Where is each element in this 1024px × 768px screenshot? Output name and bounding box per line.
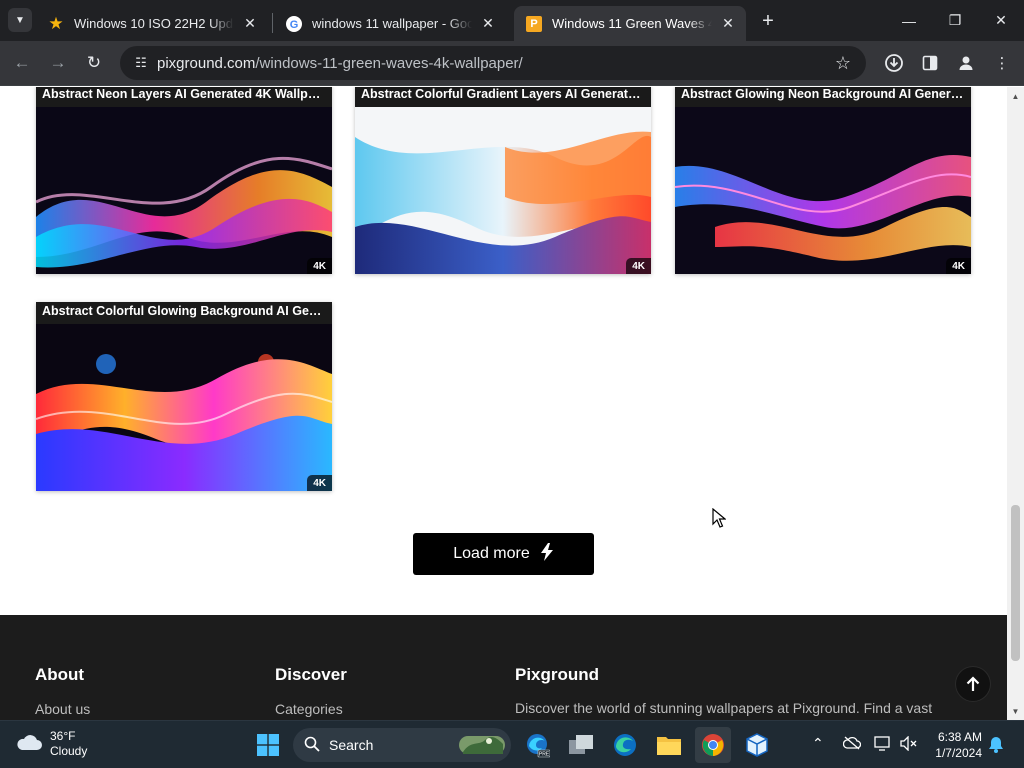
- windows-logo-icon: [257, 734, 279, 756]
- system-clock[interactable]: 6:38 AM 1/7/2024: [928, 729, 982, 761]
- url-domain: pixground.com: [157, 55, 256, 72]
- footer-heading-discover: Discover: [275, 665, 347, 684]
- address-bar[interactable]: ☷ pixground.com/windows-11-green-waves-4…: [120, 46, 866, 80]
- wallpaper-card[interactable]: Abstract Glowing Neon Background AI Gene…: [675, 87, 971, 274]
- url-path: /windows-11-green-waves-4k-wallpaper/: [255, 55, 523, 72]
- weather-condition: Cloudy: [50, 744, 88, 758]
- edge-beta-app-icon[interactable]: PRE: [519, 727, 555, 763]
- tab-windows-11-green-waves[interactable]: P Windows 11 Green Waves 4K Wallpaper ✕: [514, 6, 746, 41]
- load-more-label: Load more: [453, 545, 530, 562]
- tab-divider: [272, 13, 273, 33]
- wallpaper-card[interactable]: Abstract Colorful Glowing Background AI …: [36, 302, 332, 491]
- site-footer: About About us Discover Categories Pixgr…: [0, 615, 1007, 720]
- show-hidden-icons-chevron-icon[interactable]: ⌃: [812, 735, 824, 752]
- page-scrollbar[interactable]: ▲ ▼: [1007, 87, 1024, 720]
- footer-link-categories[interactable]: Categories: [275, 701, 343, 717]
- menu-kebab-icon[interactable]: ⋮: [988, 49, 1016, 77]
- volume-muted-icon[interactable]: [900, 735, 918, 754]
- page-viewport: Abstract Neon Layers AI Generated 4K Wal…: [0, 87, 1007, 720]
- notification-bell-icon[interactable]: [988, 736, 1004, 756]
- bookmark-star-icon[interactable]: ☆: [832, 52, 854, 74]
- edge-app-icon[interactable]: [607, 727, 643, 763]
- wallpaper-thumbnail[interactable]: 4K: [675, 107, 971, 274]
- minimize-icon[interactable]: —: [886, 0, 932, 41]
- browser-toolbar: ← → ↻ ☷ pixground.com/windows-11-green-w…: [0, 41, 1024, 86]
- wallpaper-title[interactable]: Abstract Colorful Glowing Background AI …: [36, 302, 332, 324]
- resolution-badge: 4K: [626, 258, 651, 274]
- close-icon[interactable]: ✕: [480, 15, 496, 32]
- tab-search-icon[interactable]: ▼: [8, 8, 32, 32]
- load-more-button[interactable]: Load more: [413, 533, 594, 575]
- back-to-top-button[interactable]: [956, 667, 990, 701]
- wallpaper-title[interactable]: Abstract Colorful Gradient Layers AI Gen…: [355, 87, 651, 107]
- footer-heading-pixground: Pixground: [515, 665, 600, 684]
- restore-icon[interactable]: ❐: [932, 0, 978, 41]
- side-panel-icon[interactable]: [916, 49, 944, 77]
- url-text[interactable]: pixground.com/windows-11-green-waves-4k-…: [157, 55, 523, 72]
- tab-title: windows 11 wallpaper - Google Search: [312, 16, 472, 31]
- tab-title: Windows 11 Green Waves 4K Wallpaper: [552, 16, 712, 31]
- forward-icon[interactable]: →: [44, 49, 72, 77]
- mouse-cursor-icon: [712, 508, 726, 528]
- weather-widget[interactable]: 36°F Cloudy: [16, 729, 87, 759]
- taskbar-search[interactable]: Search: [293, 728, 511, 762]
- svg-text:PRE: PRE: [539, 752, 550, 758]
- resolution-badge: 4K: [946, 258, 971, 274]
- close-icon[interactable]: ✕: [242, 15, 258, 32]
- scrollbar-thumb[interactable]: [1011, 505, 1020, 661]
- wallpaper-thumbnail[interactable]: 4K: [355, 107, 651, 274]
- wallpaper-title[interactable]: Abstract Glowing Neon Background AI Gene…: [675, 87, 971, 107]
- window-close-icon[interactable]: ✕: [978, 0, 1024, 41]
- search-icon: [304, 736, 320, 752]
- start-button[interactable]: [250, 727, 286, 763]
- star-icon: ★: [48, 13, 64, 33]
- virtualbox-app-icon[interactable]: [739, 727, 775, 763]
- back-icon[interactable]: ←: [8, 49, 36, 77]
- chrome-app-icon[interactable]: [695, 727, 731, 763]
- pixground-icon: P: [526, 15, 542, 32]
- scroll-down-arrow-icon[interactable]: ▼: [1007, 705, 1024, 717]
- footer-heading-about: About: [35, 665, 85, 684]
- resolution-badge: 4K: [307, 475, 332, 491]
- new-tab-button[interactable]: +: [756, 9, 780, 33]
- onedrive-offline-icon[interactable]: [842, 736, 862, 753]
- lightning-icon: [540, 542, 554, 566]
- clock-time: 6:38 AM: [937, 730, 982, 744]
- wallpaper-thumbnail[interactable]: 4K: [36, 107, 332, 274]
- google-icon: G: [286, 15, 302, 32]
- wallpaper-card[interactable]: Abstract Neon Layers AI Generated 4K Wal…: [36, 87, 332, 274]
- temperature: 36°F: [50, 729, 76, 743]
- close-icon[interactable]: ✕: [720, 15, 736, 32]
- file-explorer-icon[interactable]: [651, 727, 687, 763]
- profile-icon[interactable]: [952, 49, 980, 77]
- tab-title: Windows 10 ISO 22H2 Update: [74, 16, 234, 31]
- tab-google-search[interactable]: G windows 11 wallpaper - Google Search ✕: [274, 6, 506, 41]
- search-highlight-icon: [459, 732, 505, 761]
- svg-text:G: G: [290, 19, 299, 31]
- wallpaper-title[interactable]: Abstract Neon Layers AI Generated 4K Wal…: [36, 87, 332, 107]
- search-label: Search: [329, 737, 374, 753]
- network-icon[interactable]: [874, 736, 892, 754]
- wallpaper-card[interactable]: Abstract Colorful Gradient Layers AI Gen…: [355, 87, 651, 274]
- site-info-icon[interactable]: ☷: [132, 54, 150, 72]
- tab-strip: ▼ ★ Windows 10 ISO 22H2 Update ✕ G windo…: [0, 0, 1024, 41]
- download-icon[interactable]: [880, 49, 908, 77]
- tab-windows-10-iso[interactable]: ★ Windows 10 ISO 22H2 Update ✕: [36, 6, 268, 41]
- scroll-up-arrow-icon[interactable]: ▲: [1007, 90, 1024, 102]
- resolution-badge: 4K: [307, 258, 332, 274]
- footer-link-about-us[interactable]: About us: [35, 701, 90, 717]
- task-view-icon[interactable]: [563, 727, 599, 763]
- footer-brand-text: Discover the world of stunning wallpaper…: [515, 700, 933, 716]
- reload-icon[interactable]: ↻: [80, 49, 108, 77]
- wallpaper-thumbnail[interactable]: 4K: [36, 324, 332, 491]
- windows-taskbar: 36°F Cloudy Search PRE ⌃ 6:38 AM 1/7/202…: [0, 720, 1024, 768]
- clock-date: 1/7/2024: [935, 746, 982, 760]
- cloud-icon: [16, 733, 42, 756]
